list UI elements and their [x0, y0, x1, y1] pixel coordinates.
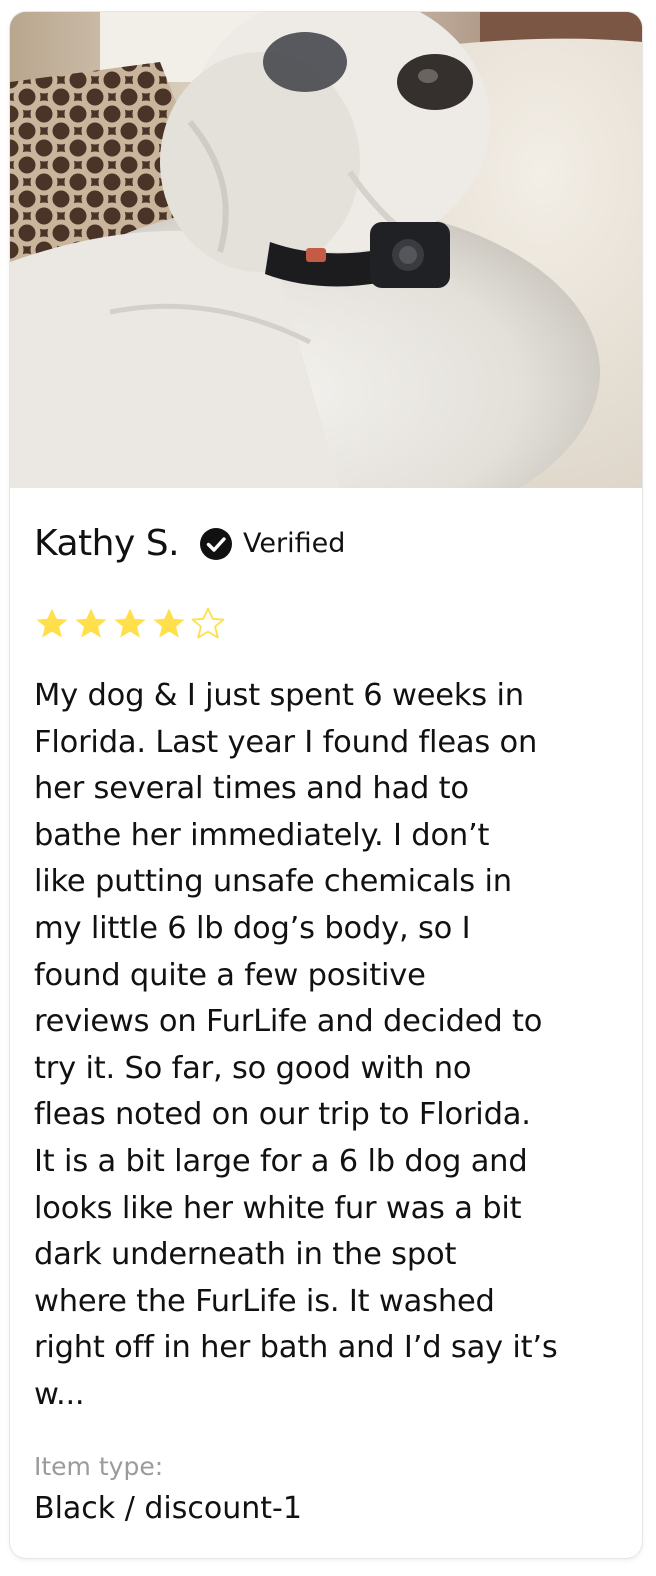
star-filled-icon — [114, 608, 146, 638]
star-filled-icon — [36, 608, 68, 638]
review-card: Kathy S. Verified My dog & I just spent … — [10, 12, 642, 1558]
verified-badge: Verified — [199, 527, 345, 561]
review-body[interactable]: My dog & I just spent 6 weeks in Florida… — [34, 673, 624, 1419]
star-rating — [34, 606, 229, 642]
dog-photo-image — [10, 12, 642, 488]
item-type-label: Item type: — [34, 1452, 164, 1481]
item-type-value: Black / discount-1 — [34, 1491, 302, 1526]
star-filled-icon — [75, 608, 107, 638]
check-circle-icon — [200, 528, 233, 560]
star-empty-icon — [191, 607, 225, 639]
review-photo[interactable] — [10, 12, 642, 488]
verified-label: Verified — [243, 528, 346, 559]
star-filled-icon — [153, 608, 185, 638]
reviewer-header: Kathy S. Verified — [34, 522, 345, 566]
reviewer-name: Kathy S. — [34, 523, 180, 564]
